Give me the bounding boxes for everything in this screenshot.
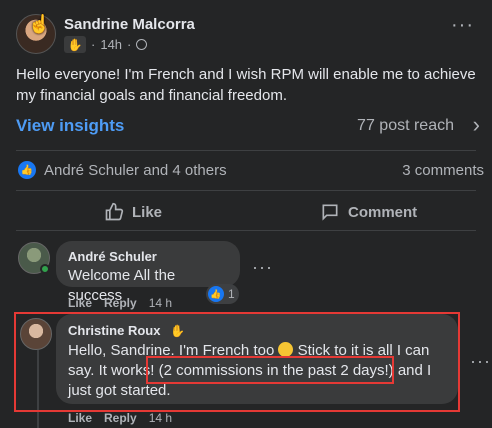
comment-reply-link[interactable]: Reply (104, 296, 137, 310)
post-reach[interactable]: 77 post reach (357, 117, 454, 135)
divider (16, 150, 476, 151)
wave-badge-icon: ✋ (64, 36, 86, 53)
comment-text-part: Hello, Sandrine. I'm French too (68, 342, 279, 359)
post-time[interactable]: 14h (100, 37, 122, 52)
comment-time[interactable]: 14 h (149, 296, 172, 310)
like-reaction-icon: 👍 (208, 286, 224, 302)
chevron-right-icon[interactable]: › (473, 112, 480, 138)
reaction-count: 1 (228, 287, 235, 301)
like-button[interactable]: Like (104, 202, 162, 222)
view-insights-link[interactable]: View insights (16, 116, 124, 136)
pointer-hand-icon: ☝ (28, 14, 51, 34)
thread-line (37, 350, 39, 428)
comment-author[interactable]: Christine Roux (68, 323, 160, 338)
comment-actions: Like Reply 14 h (68, 296, 172, 310)
divider (16, 190, 476, 191)
comment-bubble-icon (322, 204, 338, 221)
more-dots-icon[interactable]: ··· (470, 352, 491, 370)
dot-separator: · (91, 37, 96, 52)
comment-button-label: Comment (348, 203, 418, 221)
wave-badge-icon: ✋ (166, 322, 189, 339)
comment-text-highlight: (2 commissions in the past 2 days!) (158, 362, 394, 379)
comment-like-link[interactable]: Like (68, 411, 92, 425)
like-reaction-icon: 👍 (18, 161, 36, 179)
comment-text: Hello, Sandrine. I'm French too Stick to… (68, 341, 446, 401)
comment-bubble: Christine Roux ✋ Hello, Sandrine. I'm Fr… (56, 314, 458, 404)
comment-like-link[interactable]: Like (68, 296, 92, 310)
comment-bubble: André Schuler Welcome All the success (56, 241, 240, 304)
comment-time[interactable]: 14 h (149, 411, 172, 425)
reactors-summary[interactable]: André Schuler and 4 others (44, 162, 227, 179)
like-button-label: Like (132, 203, 163, 221)
online-status-indicator (40, 264, 50, 274)
comment-author[interactable]: André Schuler (68, 249, 228, 264)
comment-reaction-count[interactable]: 👍 1 (206, 284, 239, 304)
dot-separator: · (127, 37, 132, 52)
more-dots-icon[interactable]: ··· (451, 15, 474, 35)
comment-reply-link[interactable]: Reply (104, 411, 137, 425)
comments-count[interactable]: 3 comments (402, 162, 484, 179)
globe-icon (136, 39, 148, 50)
post-author-name[interactable]: Sandrine Malcorra (64, 16, 195, 33)
divider (16, 230, 476, 231)
post-meta: ✋ · 14h · (64, 36, 148, 53)
comment-actions: Like Reply 14 h (68, 411, 172, 425)
commenter-avatar[interactable] (20, 318, 52, 350)
comment-button[interactable]: Comment (320, 202, 417, 222)
more-dots-icon[interactable]: ··· (252, 258, 273, 276)
grin-emoji-icon (278, 342, 294, 357)
thumbs-up-icon (105, 202, 124, 221)
post-text: Hello everyone! I'm French and I wish RP… (16, 66, 476, 104)
comment-author-row: Christine Roux ✋ (68, 322, 446, 339)
